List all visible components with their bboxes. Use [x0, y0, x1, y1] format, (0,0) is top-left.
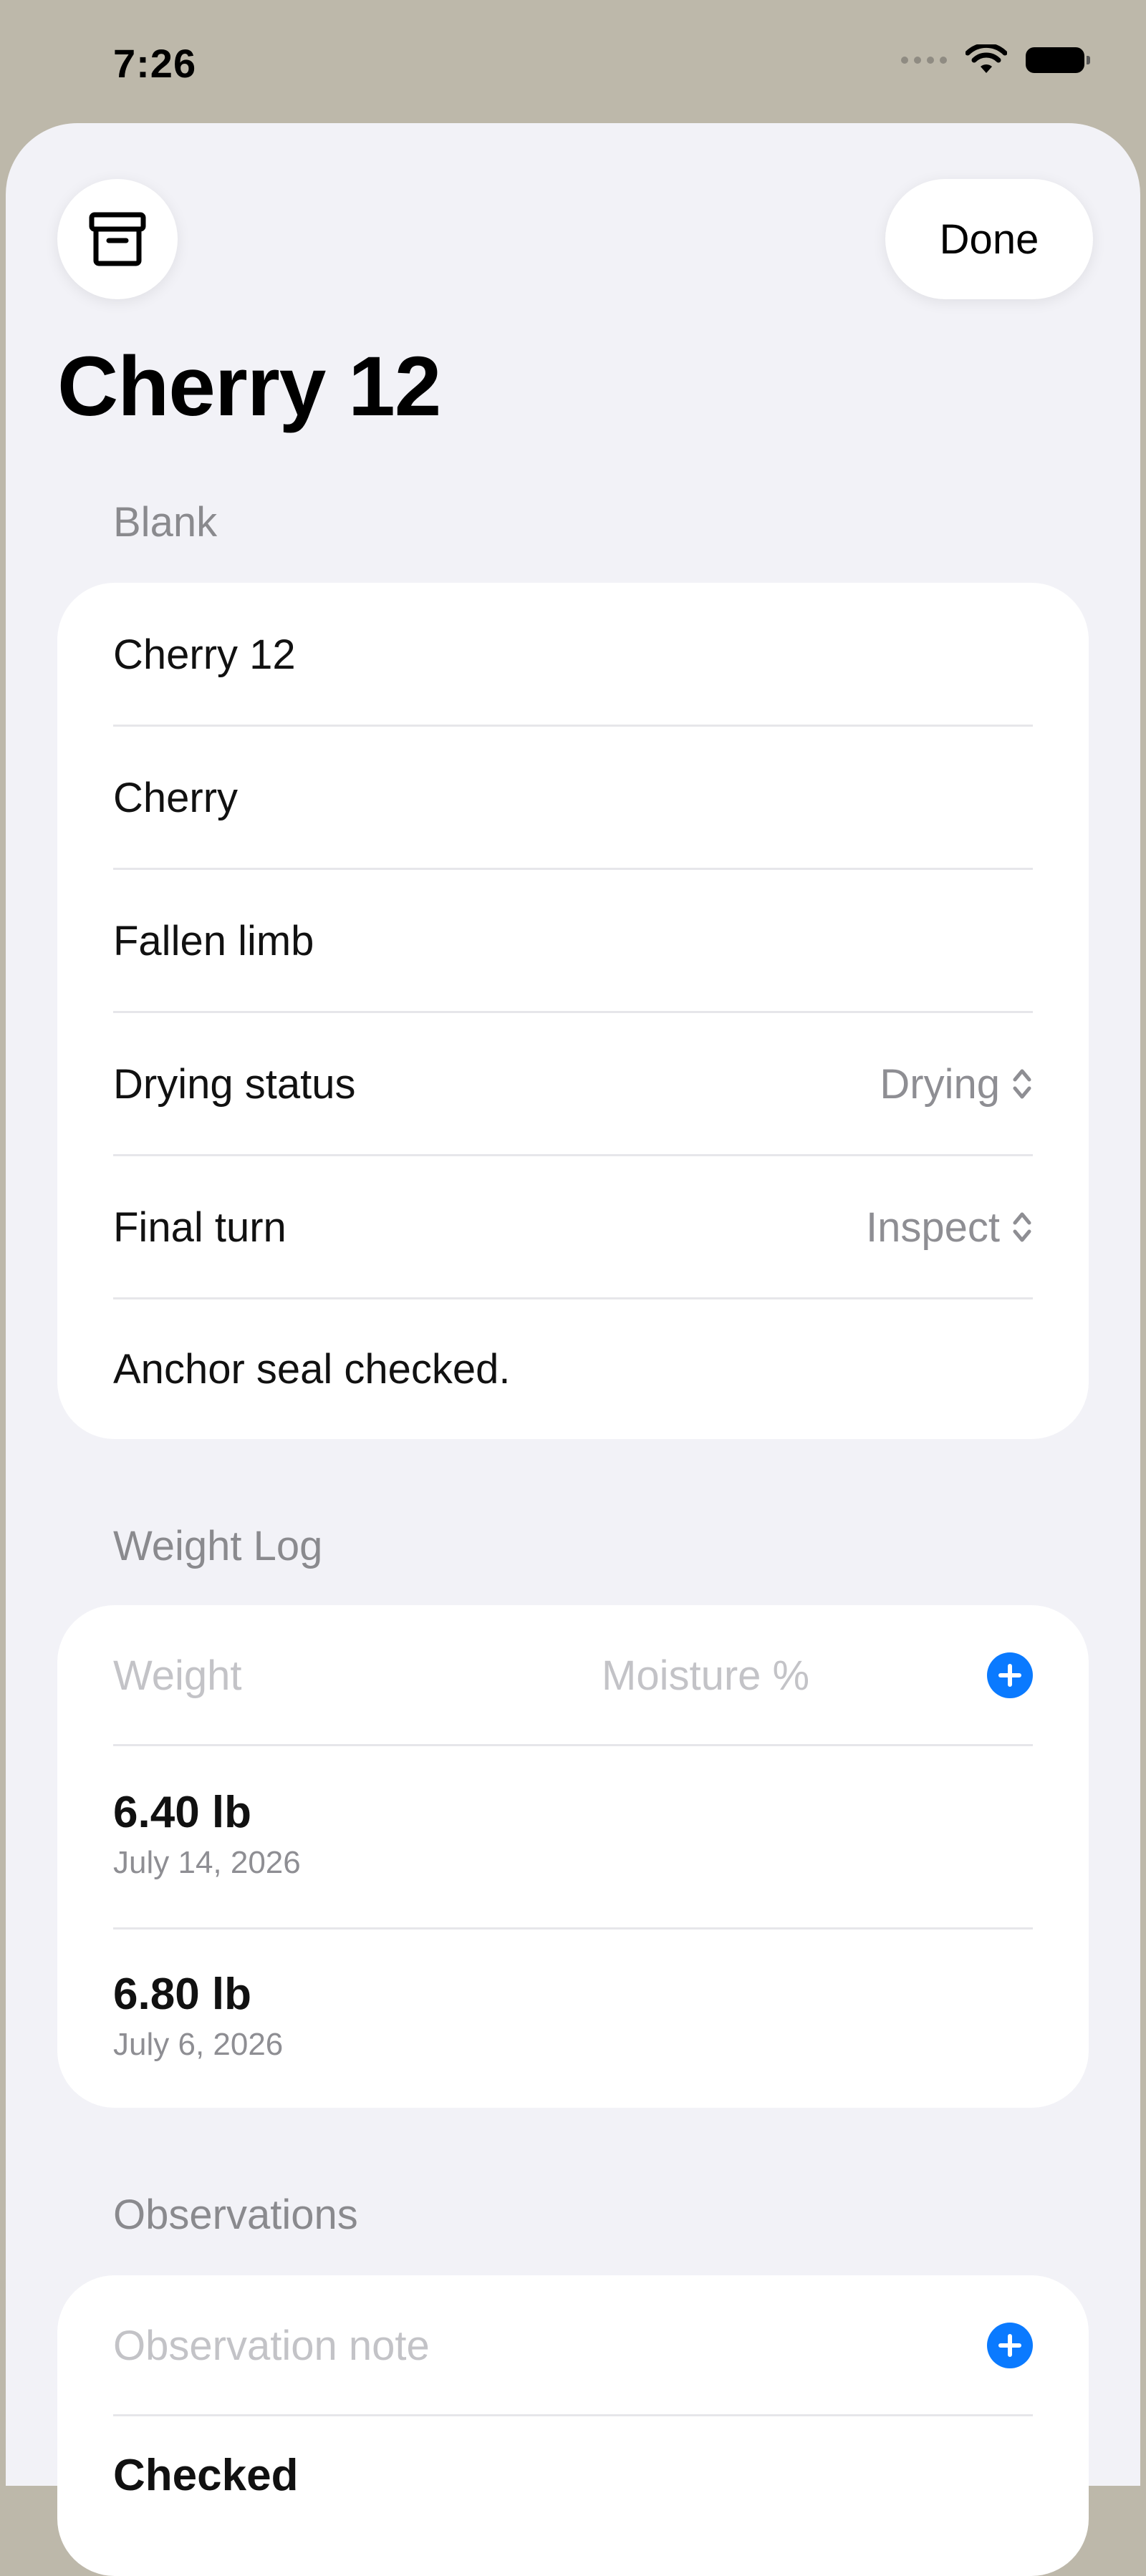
list-item[interactable]: 6.80 lb July 6, 2026: [113, 1969, 283, 2063]
battery-icon: [1026, 47, 1090, 73]
drying-status-value: Drying: [880, 1060, 1000, 1108]
new-observation-row: Observation note: [113, 2311, 1033, 2380]
section-header-weight-log: Weight Log: [113, 1523, 323, 1569]
drying-status-picker[interactable]: Drying: [880, 1060, 1033, 1108]
divider: [113, 1744, 1033, 1746]
plus-icon: [998, 1664, 1021, 1687]
final-turn-label: Final turn: [113, 1204, 286, 1251]
done-button[interactable]: Done: [885, 179, 1093, 299]
chevron-up-down-icon: [1013, 1212, 1031, 1242]
divider: [113, 868, 1033, 870]
divider: [113, 1927, 1033, 1929]
final-turn-value: Inspect: [866, 1204, 1000, 1251]
notes-value: Anchor seal checked.: [113, 1345, 511, 1393]
observations-card: Observation note Checked: [57, 2275, 1089, 2576]
notes-field[interactable]: Anchor seal checked.: [113, 1335, 1033, 1403]
page-title: Cherry 12: [57, 339, 441, 434]
chevron-up-down-icon: [1013, 1069, 1031, 1099]
divider: [113, 1154, 1033, 1156]
moisture-input[interactable]: Moisture %: [602, 1652, 809, 1700]
species-field[interactable]: Cherry: [113, 763, 1033, 832]
weight-log-card: Weight Moisture % 6.40 lb July 14, 2026 …: [57, 1605, 1089, 2108]
weight-entry-date: July 6, 2026: [113, 2027, 284, 2062]
final-turn-picker[interactable]: Inspect: [866, 1204, 1033, 1251]
section-header-observations: Observations: [113, 2192, 358, 2238]
weight-entry-value: 6.80 lb: [113, 1970, 251, 2019]
observation-entry: Checked: [113, 2451, 299, 2500]
archive-box-icon: [89, 212, 146, 266]
list-item[interactable]: 6.40 lb July 14, 2026: [113, 1787, 301, 1881]
status-bar: 7:26: [0, 0, 1146, 123]
detail-sheet: Done Cherry 12 Blank Cherry 12 Cherry Fa…: [6, 123, 1140, 2576]
section-header-blank: Blank: [113, 499, 218, 546]
add-observation-button[interactable]: [987, 2323, 1033, 2368]
archive-button[interactable]: [57, 179, 178, 299]
blank-card: Cherry 12 Cherry Fallen limb Drying stat…: [57, 583, 1089, 1439]
list-item[interactable]: Checked: [113, 2450, 298, 2501]
source-field[interactable]: Fallen limb: [113, 906, 1033, 975]
plus-icon: [998, 2334, 1021, 2357]
cellular-signal-icon: [901, 57, 947, 64]
drying-status-row[interactable]: Drying status Drying: [113, 1050, 1033, 1118]
status-icons: [901, 44, 1090, 76]
drying-status-label: Drying status: [113, 1060, 356, 1108]
observation-input[interactable]: Observation note: [113, 2322, 430, 2370]
new-weight-row: Weight Moisture %: [113, 1641, 1033, 1710]
name-value: Cherry 12: [113, 631, 296, 678]
divider: [113, 1297, 1033, 1299]
weight-entry-value: 6.40 lb: [113, 1788, 251, 1837]
species-value: Cherry: [113, 774, 239, 821]
weight-input[interactable]: Weight: [113, 1652, 241, 1700]
name-field[interactable]: Cherry 12: [113, 620, 1033, 689]
divider: [113, 725, 1033, 727]
source-value: Fallen limb: [113, 917, 314, 964]
divider: [113, 1011, 1033, 1013]
add-weight-button[interactable]: [987, 1652, 1033, 1698]
status-time: 7:26: [113, 41, 197, 86]
divider: [113, 2414, 1033, 2416]
final-turn-row[interactable]: Final turn Inspect: [113, 1193, 1033, 1262]
wifi-icon: [966, 44, 1007, 73]
weight-entry-date: July 14, 2026: [113, 1845, 301, 1880]
